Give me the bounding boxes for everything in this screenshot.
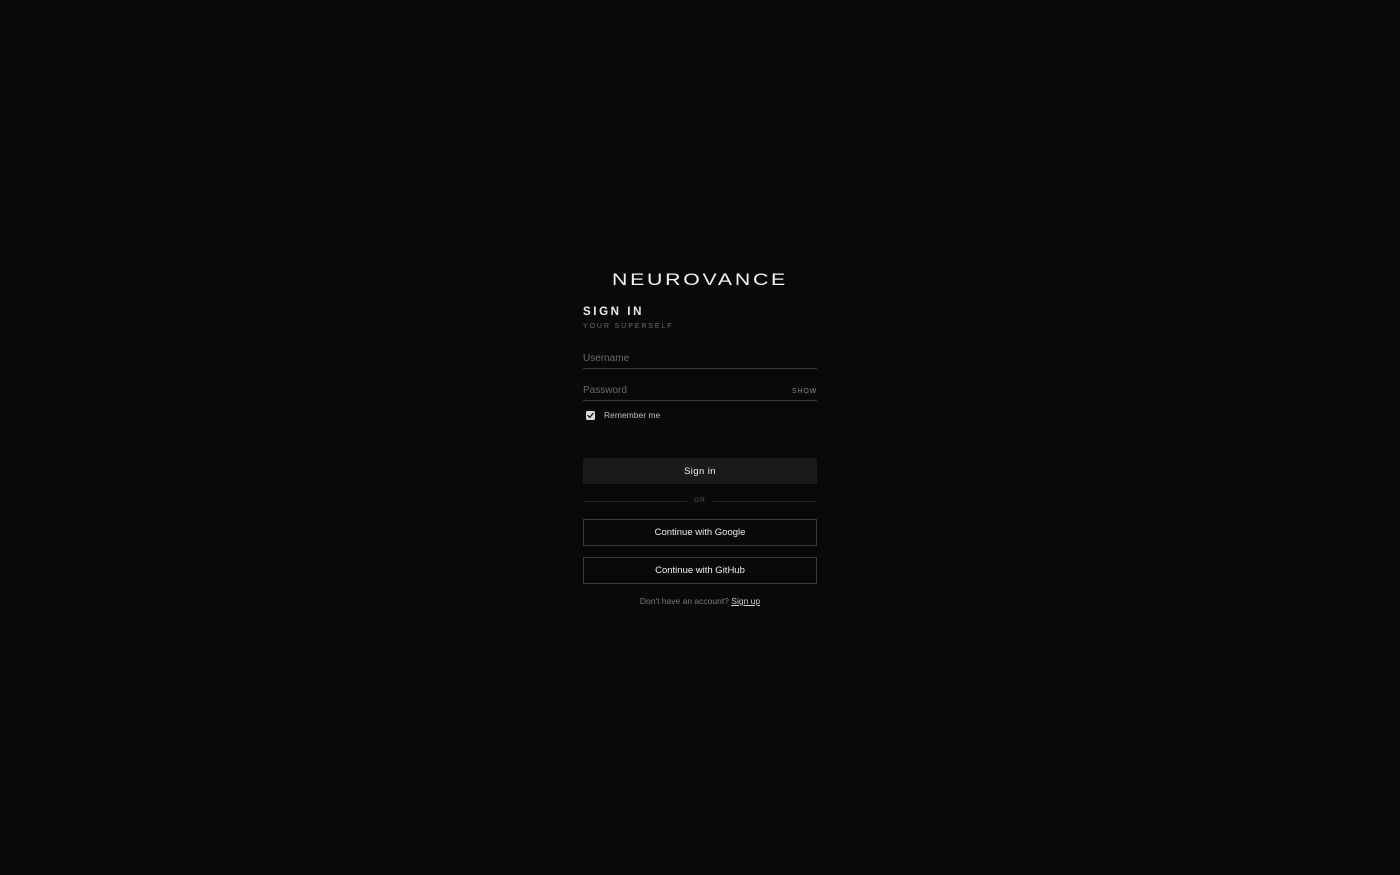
sign-up-link[interactable]: Sign up [731,596,760,606]
remember-me-checkbox[interactable] [586,410,595,420]
username-input[interactable] [583,348,783,368]
signup-prompt-text: Don't have an account? [639,596,729,606]
page-title: SIGN IN [583,306,645,318]
show-password-toggle[interactable]: SHOW [792,388,817,395]
continue-with-github-button[interactable]: Continue with GitHub [583,557,817,584]
password-field-wrapper: SHOW [583,380,817,401]
sign-in-button[interactable]: Sign in [583,458,817,484]
github-button-label: Continue with GitHub [655,565,745,576]
continue-with-google-button[interactable]: Continue with Google [583,519,817,546]
remember-me-label: Remember me [604,410,661,420]
page-subtitle: YOUR SUPERSELF [583,323,674,330]
brand-logo: NEUROVANCE [583,270,817,292]
divider-line-right [713,501,817,502]
username-field-wrapper [583,348,817,369]
svg-text:NEUROVANCE: NEUROVANCE [612,270,788,288]
password-input[interactable] [583,380,783,400]
remember-me-row[interactable]: Remember me [586,410,660,420]
signup-prompt-row: Don't have an account? Sign up [583,596,817,606]
or-divider: OR [583,496,817,506]
sign-in-button-label: Sign in [684,465,716,477]
google-button-label: Continue with Google [654,527,746,538]
checkmark-icon [587,412,594,418]
login-page: NEUROVANCE SIGN IN YOUR SUPERSELF SHOW R… [0,0,1400,875]
neurovance-wordmark: NEUROVANCE [612,270,788,288]
